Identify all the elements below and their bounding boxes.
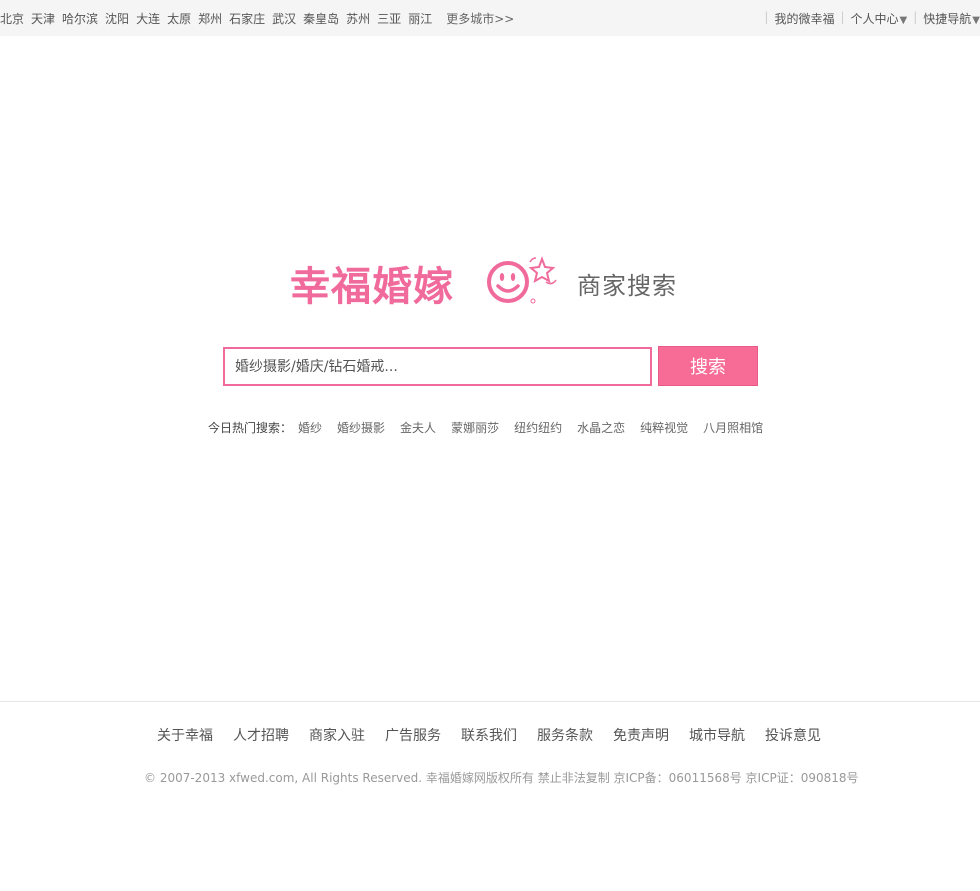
footer-divider [0, 701, 980, 702]
footer-link[interactable]: 关于幸福 [157, 725, 213, 745]
divider: | [840, 10, 845, 24]
site-logo[interactable]: 幸福婚嫁 商家搜索 [290, 252, 690, 312]
footer-link[interactable]: 广告服务 [385, 725, 441, 745]
personal-center-menu[interactable]: 个人中心▼ [851, 10, 908, 27]
city-link[interactable]: 天津 [31, 10, 55, 27]
footer-link[interactable]: 投诉意见 [765, 725, 821, 745]
city-link[interactable]: 郑州 [198, 10, 222, 27]
footer-link[interactable]: 商家入驻 [309, 725, 365, 745]
city-link[interactable]: 沈阳 [105, 10, 129, 27]
search-button[interactable]: 搜索 [658, 346, 758, 386]
city-list: 北京 天津 哈尔滨 沈阳 大连 太原 郑州 石家庄 武汉 秦皇岛 苏州 三亚 丽… [0, 10, 514, 27]
city-link[interactable]: 秦皇岛 [303, 10, 339, 27]
quick-nav-menu[interactable]: 快捷导航▼ [923, 10, 980, 27]
city-link[interactable]: 大连 [136, 10, 160, 27]
smiley-star-icon [487, 256, 557, 304]
city-link[interactable]: 石家庄 [229, 10, 265, 27]
city-link[interactable]: 哈尔滨 [62, 10, 98, 27]
city-link[interactable]: 北京 [0, 10, 24, 27]
footer-link[interactable]: 免责声明 [613, 725, 669, 745]
hot-search-bar: 今日热门搜索： 婚纱 婚纱摄影 金夫人 蒙娜丽莎 纽约纽约 水晶之恋 纯粹视觉 … [208, 419, 778, 436]
top-bar: 北京 天津 哈尔滨 沈阳 大连 太原 郑州 石家庄 武汉 秦皇岛 苏州 三亚 丽… [0, 0, 980, 36]
my-weixin-link[interactable]: 我的微幸福 [774, 10, 834, 27]
hot-search-link[interactable]: 纯粹视觉 [640, 419, 688, 436]
city-link[interactable]: 武汉 [272, 10, 296, 27]
city-link[interactable]: 三亚 [377, 10, 401, 27]
hot-search-link[interactable]: 婚纱摄影 [337, 419, 385, 436]
footer-link[interactable]: 人才招聘 [233, 725, 289, 745]
city-link[interactable]: 太原 [167, 10, 191, 27]
logo-subtitle: 商家搜索 [577, 272, 677, 300]
divider: | [764, 10, 769, 24]
hot-search-link[interactable]: 纽约纽约 [514, 419, 562, 436]
city-link[interactable]: 苏州 [346, 10, 370, 27]
hot-search-link[interactable]: 水晶之恋 [577, 419, 625, 436]
more-cities-link[interactable]: 更多城市>> [446, 10, 514, 27]
quick-nav-label: 快捷导航 [923, 12, 972, 26]
hot-search-link[interactable]: 金夫人 [400, 419, 436, 436]
personal-center-label: 个人中心 [850, 12, 899, 26]
brand-name: 幸福婚嫁 [290, 264, 454, 310]
hot-search-label: 今日热门搜索： [208, 421, 293, 435]
hot-search-link[interactable]: 八月照相馆 [703, 419, 763, 436]
search-input[interactable] [223, 347, 652, 386]
city-link[interactable]: 丽江 [408, 10, 432, 27]
footer-nav: 关于幸福 人才招聘 商家入驻 广告服务 联系我们 服务条款 免责声明 城市导航 … [157, 725, 841, 745]
hot-search-link[interactable]: 婚纱 [298, 419, 322, 436]
divider: | [913, 10, 918, 24]
copyright-text: © 2007-2013 xfwed.com, All Rights Reserv… [144, 771, 859, 785]
user-links: | 我的微幸福 | 个人中心▼ | 快捷导航▼ [758, 10, 980, 27]
footer-link[interactable]: 城市导航 [689, 725, 745, 745]
dropdown-arrow-icon: ▼ [972, 15, 980, 26]
footer-link[interactable]: 服务条款 [537, 725, 593, 745]
dropdown-arrow-icon: ▼ [899, 15, 908, 26]
hot-search-link[interactable]: 蒙娜丽莎 [451, 419, 499, 436]
footer-link[interactable]: 联系我们 [461, 725, 517, 745]
